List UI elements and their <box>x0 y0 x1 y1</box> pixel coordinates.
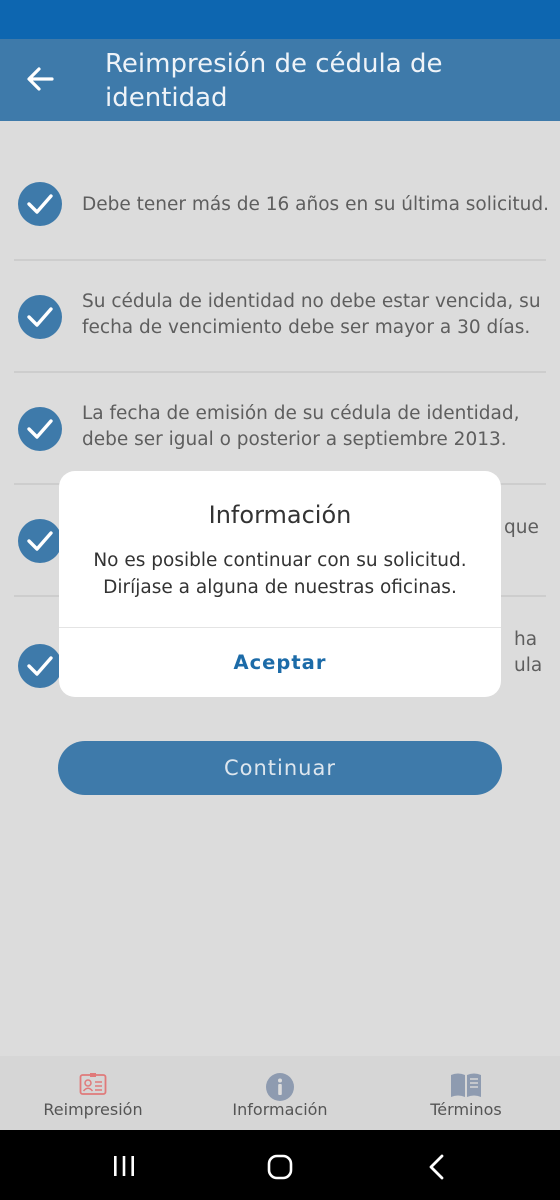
system-navigation-bar <box>0 1130 560 1200</box>
dialog-message-line: No es posible continuar con su solicitud… <box>93 550 467 571</box>
recent-apps-icon[interactable] <box>112 1155 136 1177</box>
accept-button[interactable]: Aceptar <box>59 629 501 697</box>
dialog-divider <box>59 627 501 628</box>
dialog-title: Información <box>208 501 352 529</box>
dialog-message: No es posible continuar con su solicitud… <box>59 547 501 601</box>
home-icon[interactable] <box>267 1154 293 1180</box>
back-icon[interactable] <box>427 1154 445 1180</box>
info-dialog: Información No es posible continuar con … <box>59 471 501 697</box>
dialog-message-line: Diríjase a alguna de nuestras oficinas. <box>103 577 457 598</box>
